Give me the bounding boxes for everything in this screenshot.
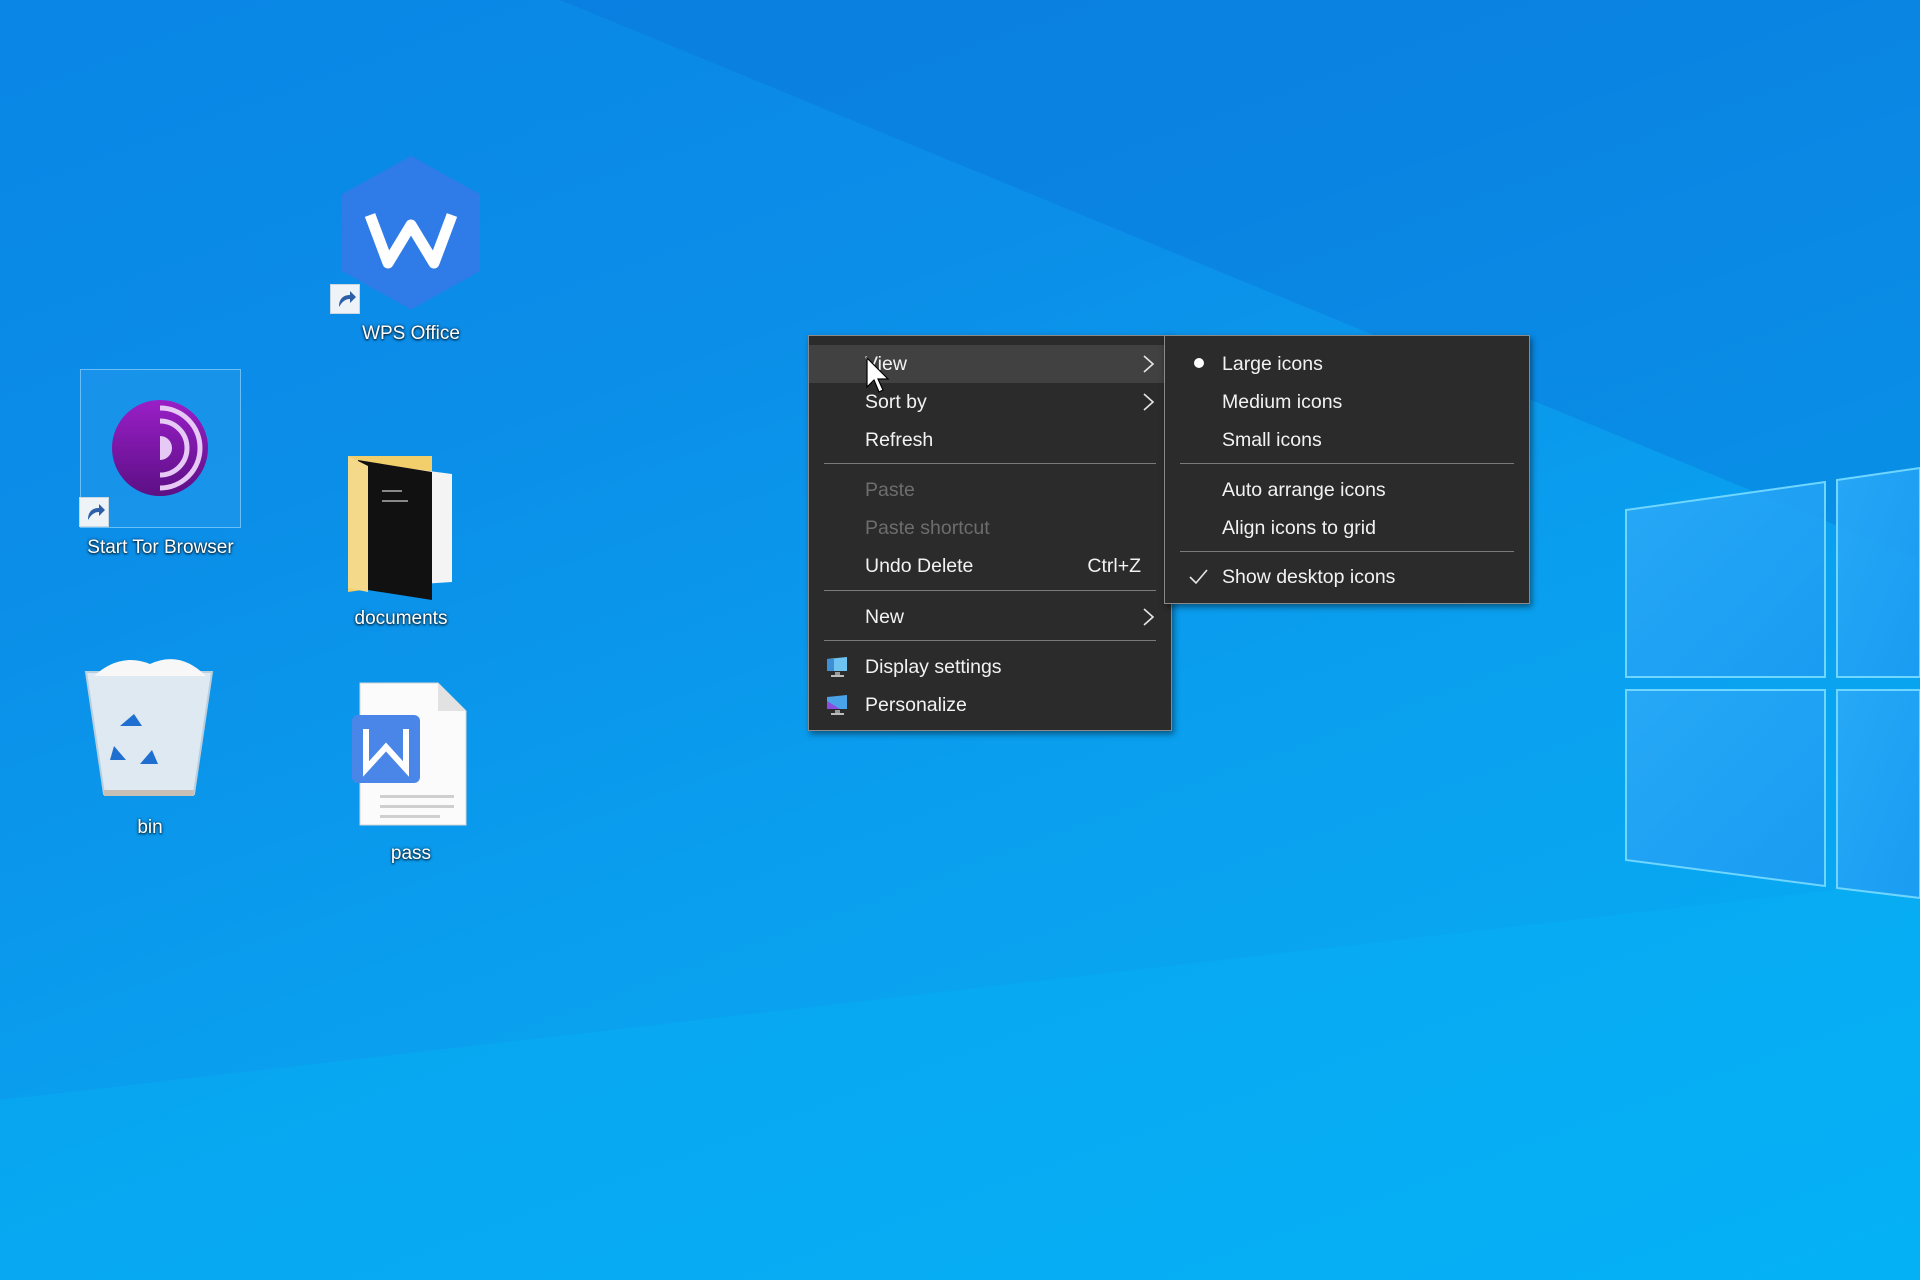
submenu-item-medium-icons[interactable]: Medium icons bbox=[1165, 383, 1529, 421]
chevron-right-icon bbox=[1143, 355, 1155, 373]
menu-separator bbox=[1180, 463, 1514, 464]
desktop-icon-pass[interactable]: pass bbox=[330, 675, 492, 875]
desktop-icon-start-tor-browser[interactable]: Start Tor Browser bbox=[79, 369, 241, 569]
mouse-cursor-icon bbox=[866, 357, 890, 393]
desktop-icon-bin[interactable]: bin bbox=[70, 650, 230, 850]
menu-item-label: New bbox=[865, 606, 905, 628]
desktop-icon-documents[interactable]: documents bbox=[320, 450, 482, 640]
menu-separator bbox=[824, 463, 1156, 464]
menu-item-label: Large icons bbox=[1222, 353, 1323, 375]
menu-item-refresh[interactable]: Refresh bbox=[809, 421, 1171, 459]
chevron-right-icon bbox=[1143, 393, 1155, 411]
folder-icon bbox=[348, 456, 452, 600]
submenu-item-large-icons[interactable]: Large icons bbox=[1165, 345, 1529, 383]
display-settings-icon bbox=[827, 657, 847, 677]
menu-item-display-settings[interactable]: Display settings bbox=[809, 648, 1171, 686]
desktop-icon-label: bin bbox=[137, 817, 163, 838]
radio-bullet-icon bbox=[1194, 358, 1204, 368]
submenu-item-align-icons-to-grid[interactable]: Align icons to grid bbox=[1165, 509, 1529, 547]
menu-item-label: Paste bbox=[865, 479, 915, 501]
menu-item-new[interactable]: New bbox=[809, 598, 1171, 636]
desktop-icon-wps-office[interactable]: WPS Office bbox=[330, 155, 492, 355]
menu-separator bbox=[824, 640, 1156, 641]
menu-item-label: Display settings bbox=[865, 656, 1002, 678]
menu-item-sort-by[interactable]: Sort by bbox=[809, 383, 1171, 421]
menu-item-personalize[interactable]: Personalize bbox=[809, 686, 1171, 724]
shortcut-arrow-icon bbox=[330, 284, 360, 314]
menu-item-paste: Paste bbox=[809, 471, 1171, 509]
personalize-icon bbox=[827, 695, 847, 715]
menu-item-paste-shortcut: Paste shortcut bbox=[809, 509, 1171, 547]
menu-item-label: Medium icons bbox=[1222, 391, 1343, 413]
desktop-context-menu: View Sort by Refresh Paste Paste shortcu… bbox=[808, 335, 1172, 731]
menu-item-label: Small icons bbox=[1222, 429, 1322, 451]
menu-item-label: Personalize bbox=[865, 694, 967, 716]
menu-item-undo-delete[interactable]: Undo Delete Ctrl+Z bbox=[809, 547, 1171, 585]
desktop-icon-label: documents bbox=[354, 608, 448, 629]
submenu-item-show-desktop-icons[interactable]: Show desktop icons bbox=[1165, 558, 1529, 596]
menu-item-label: Auto arrange icons bbox=[1222, 479, 1386, 501]
checkmark-icon bbox=[1189, 569, 1208, 585]
keyboard-shortcut: Ctrl+Z bbox=[1087, 555, 1141, 577]
desktop-icon-label: WPS Office bbox=[362, 323, 460, 344]
menu-item-label: Align icons to grid bbox=[1222, 517, 1376, 539]
menu-item-label: Undo Delete bbox=[865, 555, 974, 577]
menu-item-view[interactable]: View bbox=[809, 345, 1171, 383]
view-submenu: Large icons Medium icons Small icons Aut… bbox=[1164, 335, 1530, 604]
chevron-right-icon bbox=[1143, 608, 1155, 626]
menu-item-label: Show desktop icons bbox=[1222, 566, 1396, 588]
desktop-icon-label: Start Tor Browser bbox=[87, 537, 234, 558]
menu-item-label: Refresh bbox=[865, 429, 934, 451]
recycle-bin-icon bbox=[84, 659, 214, 796]
shortcut-arrow-icon bbox=[79, 497, 109, 527]
desktop-icon-label: pass bbox=[390, 843, 432, 864]
wps-document-icon bbox=[352, 682, 467, 826]
menu-separator bbox=[824, 590, 1156, 591]
menu-separator bbox=[1180, 551, 1514, 552]
menu-item-label: Paste shortcut bbox=[865, 517, 990, 539]
submenu-item-auto-arrange-icons[interactable]: Auto arrange icons bbox=[1165, 471, 1529, 509]
submenu-item-small-icons[interactable]: Small icons bbox=[1165, 421, 1529, 459]
